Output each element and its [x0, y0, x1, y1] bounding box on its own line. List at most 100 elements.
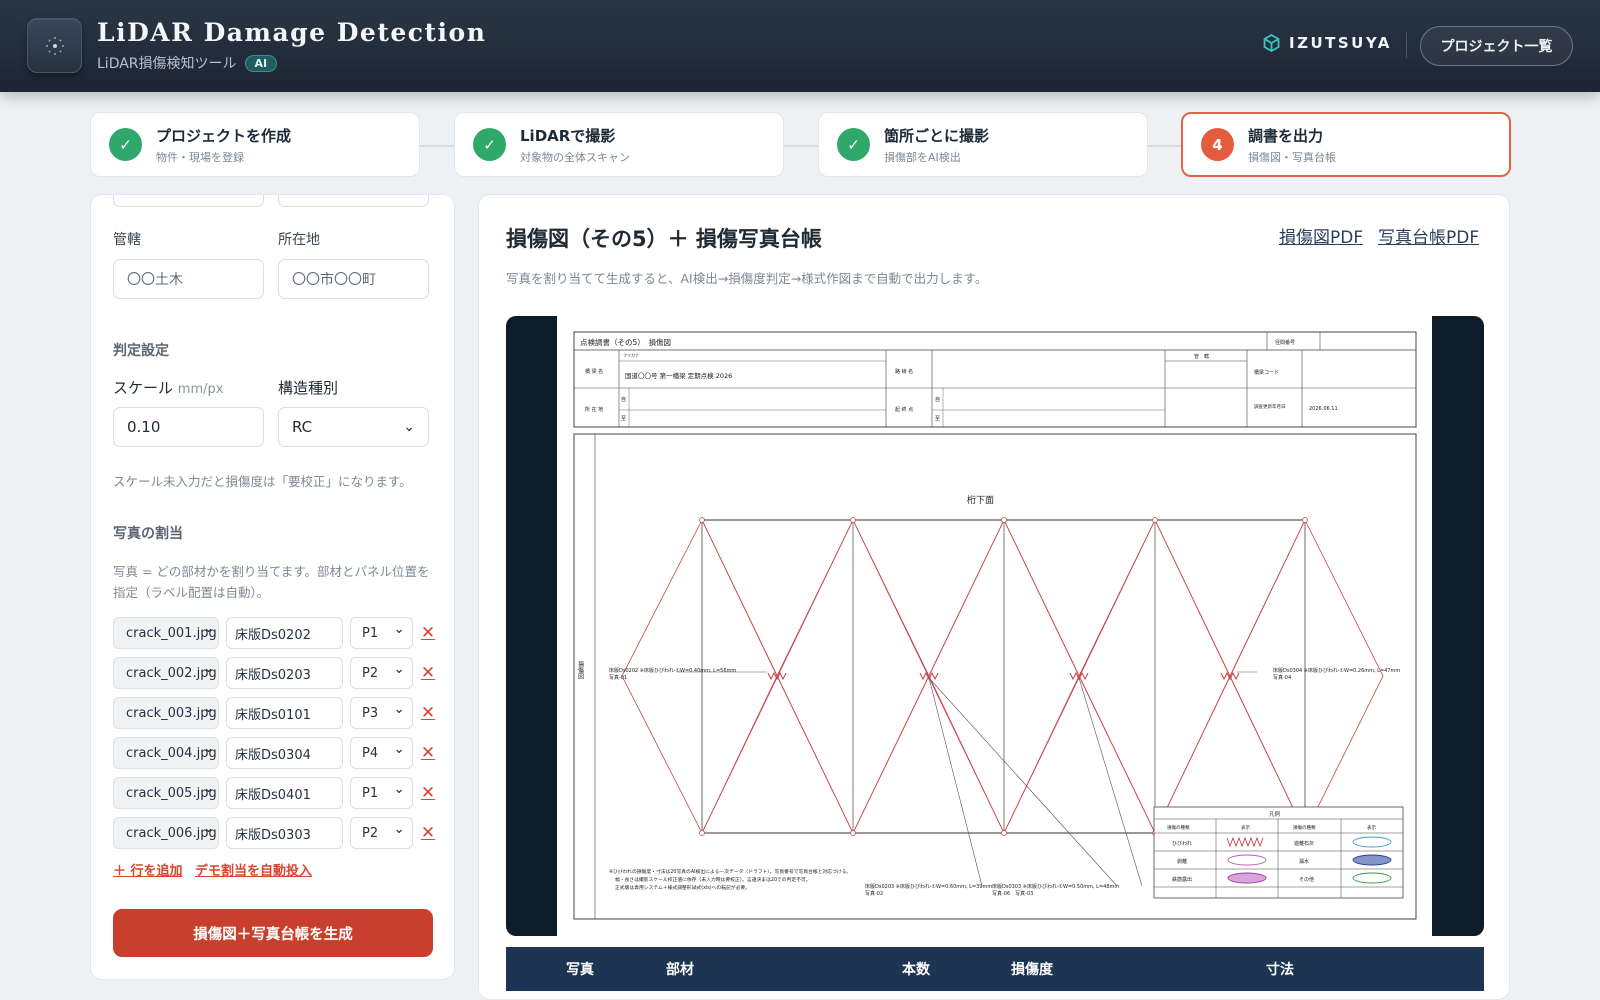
- sheet-furigana: フリガナ: [623, 352, 639, 358]
- step-output-report[interactable]: 4 調書を出力 損傷図・写真台帳: [1181, 112, 1511, 177]
- structure-label: 構造種別: [278, 379, 339, 397]
- photo-file-select[interactable]: crack_005.jpg: [113, 777, 219, 809]
- col-photo: 写真: [566, 962, 594, 978]
- panel-select[interactable]: P2: [350, 657, 413, 689]
- sheet-to-label: 至: [621, 416, 626, 422]
- photo-file-select[interactable]: crack_006.jpg: [113, 817, 219, 849]
- photo-file-select[interactable]: crack_001.jpg: [113, 617, 219, 649]
- step-title: プロジェクトを作成: [156, 126, 292, 145]
- structure-select[interactable]: RC ⌄: [278, 407, 429, 447]
- pdf-viewer[interactable]: 点検調書（その5） 損傷図 径間番号 フリガナ 橋 梁 名 国道〇〇号 第一橋梁…: [506, 316, 1484, 936]
- step-connector: [420, 145, 455, 147]
- delete-row-icon[interactable]: ✕: [419, 617, 437, 649]
- sheet-start-end-label: 起 終 点: [895, 406, 913, 413]
- panel-select[interactable]: P1: [350, 617, 413, 649]
- app-title: LiDAR Damage Detection: [97, 18, 487, 47]
- panel-select[interactable]: P2: [350, 817, 413, 849]
- brand: IZUTSUYA: [1263, 34, 1392, 52]
- sheet-footnote-3: 正式版は専用システム＋様式調整形試式(xls)への転記が必要。: [615, 884, 750, 891]
- sheet-bridge-no-label: 径間番号: [1275, 339, 1295, 346]
- member-input[interactable]: 床版Ds0304: [226, 737, 343, 769]
- location-label: 所在地: [278, 232, 320, 248]
- lidar-icon: [46, 37, 64, 55]
- damage-drawing: 点検調書（その5） 損傷図 径間番号 フリガナ 橋 梁 名 国道〇〇号 第一橋梁…: [573, 331, 1417, 920]
- col-damage-grade: 損傷度: [1011, 962, 1053, 978]
- legend-header-type-2: 損傷の種類: [1293, 824, 1316, 831]
- cube-icon: [1263, 34, 1280, 52]
- add-row-link[interactable]: ＋ 行を追加: [113, 860, 183, 879]
- sheet-footnote-1: ※ひびわれの損傷度・寸法は20写真のAI検出によるー次データ（ドラフト）。写真番…: [609, 868, 851, 875]
- photo-note: 写真 = どの部材かを割り当てます。部材とパネル位置を指定（ラベル配置は自動）。: [113, 564, 430, 600]
- output-title: 損傷図（その5）＋ 損傷写真台帳: [506, 227, 822, 251]
- output-panel: 損傷図（その5）＋ 損傷写真台帳 損傷図PDF 写真台帳PDF 写真を割り当てて…: [478, 194, 1510, 1000]
- jurisdiction-input[interactable]: 〇〇土木: [113, 259, 264, 299]
- step-title: LiDARで撮影: [520, 126, 616, 145]
- scale-input[interactable]: 0.10: [113, 407, 264, 447]
- photo-pdf-link[interactable]: 写真台帳PDF: [1378, 223, 1479, 248]
- brand-name: IZUTSUYA: [1289, 34, 1392, 52]
- photo-table-header: 写真 部材 本数 損傷度 寸法: [506, 947, 1484, 991]
- judge-section-title: 判定設定: [113, 343, 169, 359]
- panel-select[interactable]: P4: [350, 737, 413, 769]
- damage-label-bottom-2: 床版Ds0303 ※床版ひびわれ-①W=0.50mm, L=48mm: [992, 883, 1119, 890]
- member-input[interactable]: 床版Ds0303: [226, 817, 343, 849]
- damage-label-bottom-1: 床版Ds0203 ※床版ひびわれ-①W=0.60mm, L=39mm: [865, 883, 992, 890]
- sheet-bridge-name-label: 橋 梁 名: [585, 368, 603, 375]
- sheet-survey-date-label: 調査更新年月日: [1254, 403, 1286, 410]
- photo-file-select[interactable]: crack_004.jpg: [113, 737, 219, 769]
- check-icon: ✓: [837, 128, 870, 161]
- step-create-project[interactable]: ✓ プロジェクトを作成 物件・現場を登録: [90, 112, 420, 177]
- ai-badge: AI: [244, 54, 278, 72]
- structure-value: RC: [292, 418, 313, 436]
- project-list-button[interactable]: プロジェクト一覧: [1420, 26, 1573, 66]
- photo-file-select[interactable]: crack_003.jpg: [113, 697, 219, 729]
- app-header: LiDAR Damage Detection LiDAR損傷検知ツール AI I…: [0, 0, 1600, 92]
- legend-title: 凡例: [1269, 810, 1281, 818]
- scale-note: スケール未入力だと損傷度は「要校正」になります。: [113, 474, 412, 489]
- crack-marks: [767, 671, 1240, 681]
- damage-pdf-link[interactable]: 損傷図PDF: [1279, 223, 1363, 248]
- sheet-form-title: 点検調書（その5） 損傷図: [580, 337, 671, 347]
- legend-rebar: 鉄筋露出: [1172, 876, 1192, 883]
- app-subtitle: LiDAR損傷検知ツール AI: [97, 53, 278, 73]
- sheet-to-label-2: 至: [935, 416, 940, 422]
- delete-row-icon[interactable]: ✕: [419, 777, 437, 809]
- legend-header-mark-2: 表示: [1367, 824, 1376, 831]
- step-title: 箇所ごとに撮影: [884, 126, 990, 145]
- jurisdiction-label: 管轄: [113, 232, 141, 248]
- app-logo[interactable]: [27, 18, 82, 73]
- delete-row-icon[interactable]: ✕: [419, 737, 437, 769]
- delete-row-icon[interactable]: ✕: [419, 657, 437, 689]
- scale-label: スケール mm/px: [113, 377, 223, 398]
- settings-panel: 00-000-0000 1 管轄 所在地 〇〇土木 〇〇市〇〇町 判定設定 スケ…: [90, 194, 455, 980]
- panel-select[interactable]: P1: [350, 777, 413, 809]
- demo-assign-link[interactable]: デモ割当を自動投入: [195, 860, 312, 879]
- member-input[interactable]: 床版Ds0101: [226, 697, 343, 729]
- member-input[interactable]: 床版Ds0202: [226, 617, 343, 649]
- delete-row-icon[interactable]: ✕: [419, 697, 437, 729]
- sheet-from-label-2: 自: [935, 396, 940, 403]
- member-input[interactable]: 床版Ds0401: [226, 777, 343, 809]
- panel-select[interactable]: P3: [350, 697, 413, 729]
- member-input[interactable]: 床版Ds0203: [226, 657, 343, 689]
- legend-spalling: 剥離: [1177, 858, 1187, 865]
- span-field[interactable]: 1: [278, 195, 429, 207]
- photo-file-select[interactable]: crack_002.jpg: [113, 657, 219, 689]
- delete-row-icon[interactable]: ✕: [419, 817, 437, 849]
- location-input[interactable]: 〇〇市〇〇町: [278, 259, 429, 299]
- drawing-title: 桁下面: [967, 494, 994, 506]
- check-icon: ✓: [473, 128, 506, 161]
- legend-table: 凡例 損傷の種類 表示 損傷の種類 表示 ひびわれ 遊離石灰 剥離 漏水 鉄筋露…: [1153, 806, 1404, 899]
- sheet-route-label: 路 線 名: [895, 368, 913, 375]
- output-description: 写真を割り当てて生成すると、AI検出→損傷度判定→様式作図まで自動で出力します。: [506, 271, 988, 286]
- app-subtitle-text: LiDAR損傷検知ツール: [97, 56, 237, 72]
- col-count: 本数: [902, 962, 930, 978]
- phone-field[interactable]: 00-000-0000: [113, 195, 264, 207]
- scale-unit: mm/px: [177, 382, 224, 397]
- step-spot-capture[interactable]: ✓ 箇所ごとに撮影 損傷部をAI検出: [818, 112, 1148, 177]
- damage-label-right-photo: 写真-04: [1273, 674, 1291, 681]
- step-lidar-scan[interactable]: ✓ LiDARで撮影 対象物の全体スキャン: [454, 112, 784, 177]
- generate-button[interactable]: 損傷図＋写真台帳を生成: [113, 909, 433, 957]
- step-connector: [783, 145, 818, 147]
- chevron-down-icon: ⌄: [403, 419, 415, 435]
